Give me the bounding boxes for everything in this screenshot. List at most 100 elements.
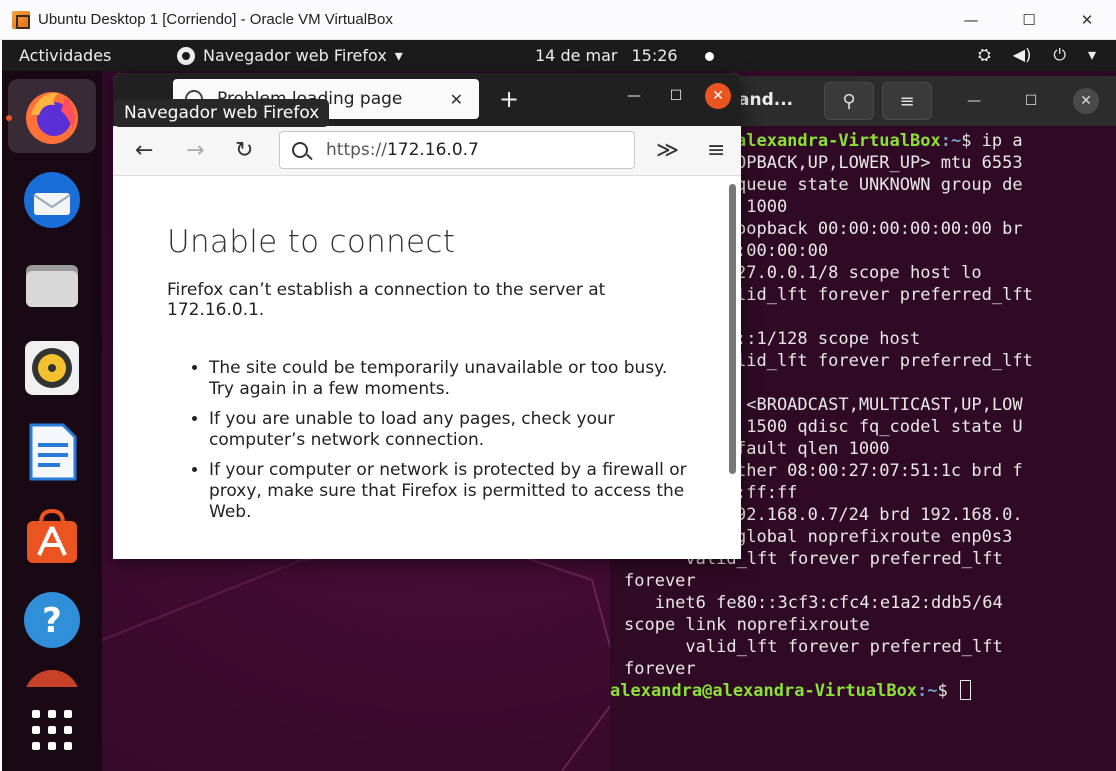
clock-time: 15:26: [631, 46, 678, 65]
terminal-menu-icon[interactable]: ≡: [882, 82, 932, 120]
terminal-title: and...: [738, 90, 794, 110]
gnome-top-bar: Actividades Navegador web Firefox ▾ 14 d…: [2, 40, 1116, 71]
search-icon[interactable]: ⚲: [824, 82, 874, 120]
terminal-line: lid_lft forever preferred_lft: [736, 285, 1033, 305]
svg-text:?: ?: [42, 601, 62, 641]
terminal-prompt: alexandra@alexandra-VirtualBox:~$: [610, 680, 1116, 702]
help-icon: ?: [24, 592, 80, 648]
app-menu-label: Navegador web Firefox: [203, 46, 387, 65]
ubuntu-desktop: Actividades Navegador web Firefox ▾ 14 d…: [2, 40, 1116, 771]
list-item: The site could be temporarily unavailabl…: [209, 358, 689, 400]
dock: ?: [2, 71, 102, 771]
terminal-line: fault qlen 1000: [736, 439, 890, 459]
grid-icon: [32, 710, 72, 750]
terminal-line: valid_lft forever preferred_lft: [624, 637, 1003, 657]
clock[interactable]: 14 de mar 15:26: [535, 46, 678, 65]
error-description: Firefox can’t establish a connection to …: [167, 280, 606, 320]
firefox-navbar: ← → ↻ https:// 172.16.0.7 ≫ ≡: [113, 126, 741, 176]
tab-close-icon[interactable]: ✕: [450, 90, 463, 109]
firefox-maximize-button[interactable]: ☐: [663, 83, 689, 109]
app-icon: [26, 670, 78, 687]
terminal-line: forever: [624, 571, 696, 591]
terminal-minimize-button[interactable]: —: [961, 88, 987, 114]
files-icon: [26, 265, 78, 307]
volume-icon[interactable]: ◀): [1013, 45, 1032, 65]
thunderbird-icon: [24, 172, 80, 228]
terminal-line: ther 08:00:27:07:51:1c brd f: [736, 461, 1023, 481]
list-item: If you are unable to load any pages, che…: [209, 409, 689, 451]
network-icon[interactable]: ⛭: [978, 45, 991, 65]
reload-icon[interactable]: ↻: [235, 138, 253, 163]
running-indicator: [6, 115, 12, 121]
terminal-line: OPBACK,UP,LOWER_UP> mtu 6553: [736, 153, 1023, 173]
app-menu[interactable]: Navegador web Firefox ▾: [177, 46, 403, 65]
power-icon[interactable]: ⏻: [1053, 45, 1066, 65]
software-icon: [27, 508, 77, 563]
system-tray[interactable]: ⛭ ◀) ⏻ ▾: [978, 45, 1096, 65]
terminal-line: scope link noprefixroute: [624, 615, 870, 635]
firefox-small-icon: [177, 46, 195, 65]
show-applications-button[interactable]: [8, 693, 96, 767]
terminal-line: 1000: [736, 197, 788, 217]
notification-dot: [705, 52, 714, 61]
chevron-down-icon: ▾: [394, 46, 403, 65]
terminal-line: inet6 fe80::3cf3:cfc4:e1a2:ddb5/64: [624, 593, 1003, 613]
terminal-close-button[interactable]: ✕: [1073, 88, 1099, 114]
terminal-line: lid_lft forever preferred_lft: [736, 351, 1033, 371]
terminal-line: :00:00:00: [736, 241, 829, 261]
dock-item-files[interactable]: [8, 247, 96, 321]
vbox-close-button[interactable]: ✕: [1058, 0, 1116, 40]
terminal-line: :ff:ff: [736, 483, 798, 503]
dock-item-rhythmbox[interactable]: [8, 331, 96, 405]
scrollbar[interactable]: [729, 184, 736, 474]
firefox-close-button[interactable]: ✕: [705, 83, 731, 109]
terminal-line: forever: [624, 659, 696, 679]
vbox-maximize-button[interactable]: ☐: [1000, 0, 1058, 40]
prompt-path: :~: [940, 131, 962, 151]
dock-item-firefox[interactable]: [6, 79, 96, 153]
terminal-line: ::1/128 scope host: [736, 329, 921, 349]
terminal-line: global noprefixroute enp0s3: [736, 527, 1013, 547]
terminal-line: <BROADCAST,MULTICAST,UP,LOW: [736, 395, 1023, 415]
clock-date: 14 de mar: [535, 46, 618, 65]
error-suggestions: The site could be temporarily unavailabl…: [209, 358, 689, 523]
terminal-line: alexandra-VirtualBox:~$ ip a: [736, 130, 1116, 152]
rhythmbox-icon: [25, 341, 79, 395]
prompt-user: alexandra@alexandra-VirtualBox: [610, 681, 918, 701]
back-arrow-icon[interactable]: ←: [135, 138, 153, 163]
prompt-path: :~: [917, 681, 938, 701]
url-bar[interactable]: https:// 172.16.0.7: [279, 131, 635, 169]
forward-arrow-icon[interactable]: →: [186, 138, 204, 163]
hamburger-menu-icon[interactable]: ≡: [707, 138, 725, 163]
tray-menu-arrow-icon[interactable]: ▾: [1088, 45, 1096, 65]
search-icon: [292, 142, 308, 158]
prompt-command: $ ip a: [961, 131, 1023, 151]
terminal-cursor: [960, 680, 972, 700]
virtualbox-icon: [12, 10, 30, 29]
dock-item-software[interactable]: [8, 499, 96, 573]
firefox-window[interactable]: Problem loading page ✕ + — ☐ ✕ ← → ↻ htt…: [113, 73, 741, 559]
dock-tooltip: Navegador web Firefox: [114, 99, 330, 127]
dock-item-help[interactable]: ?: [8, 583, 96, 657]
activities-button[interactable]: Actividades: [19, 46, 111, 65]
vbox-minimize-button[interactable]: —: [942, 0, 1000, 40]
virtualbox-titlebar: Ubuntu Desktop 1 [Corriendo] - Oracle VM…: [0, 0, 1116, 40]
url-scheme: https://: [326, 140, 387, 160]
overflow-menu-icon[interactable]: ≫: [656, 138, 679, 163]
url-host: 172.16.0.7: [386, 140, 479, 160]
list-item: If your computer or network is protected…: [209, 460, 689, 523]
terminal-line: 1500 qdisc fq_codel state U: [736, 417, 1023, 437]
firefox-minimize-button[interactable]: —: [621, 83, 647, 109]
error-title: Unable to connect: [167, 224, 456, 260]
error-page: Unable to connect Firefox can’t establis…: [113, 176, 741, 559]
firefox-icon: [26, 92, 78, 144]
new-tab-button[interactable]: +: [499, 85, 519, 113]
writer-icon: [29, 423, 77, 481]
dock-item-partial-app[interactable]: [8, 667, 96, 687]
dock-item-writer[interactable]: [8, 415, 96, 489]
dock-item-thunderbird[interactable]: [8, 163, 96, 237]
prompt-symbol: $: [937, 681, 959, 701]
terminal-maximize-button[interactable]: ☐: [1018, 88, 1044, 114]
